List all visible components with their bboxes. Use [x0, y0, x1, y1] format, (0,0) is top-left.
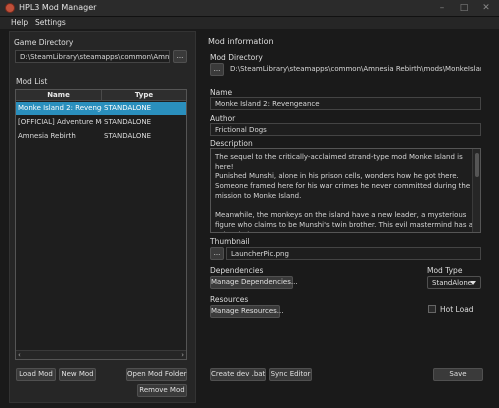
row-name: Amnesia Rebirth [18, 132, 76, 140]
window-title: HPL3 Mod Manager [19, 3, 97, 12]
mod-type-select[interactable]: StandAlone [427, 276, 481, 289]
game-directory-field[interactable]: D:\SteamLibrary\steamapps\common\Amnesia… [15, 50, 170, 63]
game-directory-browse-button[interactable]: ... [173, 50, 187, 63]
manage-dependencies-button[interactable]: Manage Dependencies... [210, 276, 298, 289]
hot-load-checkbox[interactable] [428, 305, 436, 313]
table-header: Name Type [16, 90, 186, 101]
row-name: [OFFICIAL] Adventure Mo... [18, 118, 102, 126]
resources-label: Resources [210, 295, 249, 304]
scroll-thumb[interactable] [475, 153, 479, 177]
minimize-icon[interactable]: – [431, 1, 453, 15]
app-logo-icon [5, 3, 15, 13]
new-mod-button[interactable]: New Mod [59, 368, 96, 381]
mod-information-title: Mod information [208, 37, 274, 46]
mod-directory-browse-button[interactable]: ... [210, 63, 224, 76]
menu-help[interactable]: Help [11, 18, 28, 27]
game-directory-label: Game Directory [14, 38, 74, 47]
maximize-icon[interactable]: □ [453, 1, 475, 15]
remove-mod-button[interactable]: Remove Mod [137, 384, 187, 397]
thumbnail-browse-button[interactable]: ... [210, 247, 224, 260]
mod-list-label: Mod List [16, 77, 48, 86]
horizontal-scrollbar[interactable]: ‹ › [16, 350, 186, 359]
scroll-right-icon[interactable]: › [181, 351, 184, 359]
column-header-name[interactable]: Name [16, 90, 102, 101]
name-field[interactable]: Monke Island 2: Revengeance [210, 97, 481, 110]
chevron-down-icon [470, 281, 476, 285]
description-textarea[interactable]: The sequel to the critically-acclaimed s… [210, 148, 481, 233]
table-row[interactable]: Amnesia Rebirth STANDALONE [16, 130, 186, 143]
author-field[interactable]: Frictional Dogs [210, 123, 481, 136]
table-row[interactable]: Monke Island 2: Revengea... STANDALONE [16, 102, 186, 115]
menu-bar: Help Settings [0, 17, 499, 29]
author-label: Author [210, 114, 236, 123]
title-bar: HPL3 Mod Manager – □ ✕ [0, 0, 499, 17]
mod-type-value: StandAlone [432, 279, 473, 287]
table-row[interactable]: [OFFICIAL] Adventure Mo... STANDALONE [16, 116, 186, 129]
mod-directory-field[interactable]: D:\SteamLibrary\steamapps\common\Amnesia… [226, 63, 481, 76]
description-paragraph: The sequel to the critically-acclaimed s… [215, 153, 463, 171]
mod-type-label: Mod Type [427, 266, 463, 275]
mod-list-table[interactable]: Name Type Monke Island 2: Revengea... ST… [15, 89, 187, 360]
close-icon[interactable]: ✕ [475, 1, 497, 15]
save-button[interactable]: Save [433, 368, 483, 381]
scroll-left-icon[interactable]: ‹ [18, 351, 21, 359]
description-paragraph: Meanwhile, the monkeys on the island hav… [215, 211, 474, 232]
manage-resources-button[interactable]: Manage Resources... [210, 305, 283, 318]
thumbnail-label: Thumbnail [210, 237, 250, 246]
description-paragraph: Punished Munshi, alone in his prison cel… [215, 172, 471, 200]
row-type: STANDALONE [104, 132, 152, 140]
vertical-scrollbar[interactable] [472, 149, 480, 232]
row-type: STANDALONE [104, 104, 152, 112]
load-mod-button[interactable]: Load Mod [16, 368, 56, 381]
sync-editor-button[interactable]: Sync Editor [269, 368, 312, 381]
mod-directory-label: Mod Directory [210, 53, 263, 62]
open-mod-folder-button[interactable]: Open Mod Folder [126, 368, 187, 381]
create-dev-bat-button[interactable]: Create dev .bat [210, 368, 266, 381]
name-label: Name [210, 88, 233, 97]
thumbnail-field[interactable]: LauncherPic.png [226, 247, 481, 260]
dependencies-label: Dependencies [210, 266, 264, 275]
row-name: Monke Island 2: Revengea... [18, 104, 102, 112]
description-label: Description [210, 139, 253, 148]
hot-load-label: Hot Load [440, 305, 474, 314]
row-type: STANDALONE [104, 118, 152, 126]
column-header-type[interactable]: Type [102, 90, 186, 101]
menu-settings[interactable]: Settings [35, 18, 66, 27]
